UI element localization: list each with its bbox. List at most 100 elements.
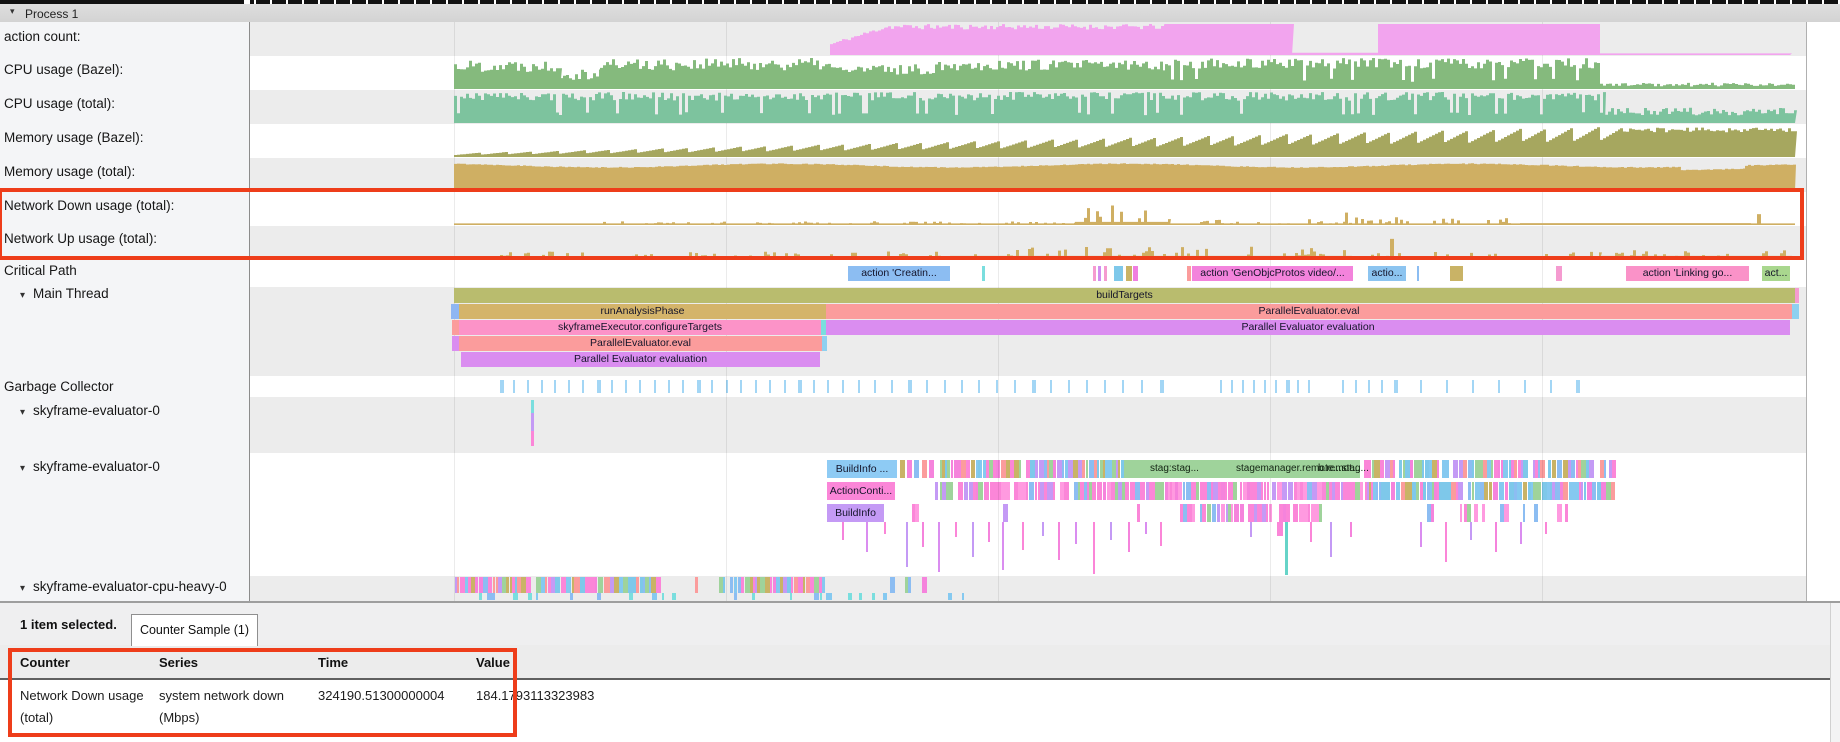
table-header-row: Counter Series Time Value bbox=[0, 645, 1830, 680]
track-label: Critical Path bbox=[4, 263, 77, 278]
counter-chart-cpu-total[interactable] bbox=[454, 92, 1797, 123]
collapse-icon[interactable]: ▾ bbox=[20, 463, 25, 474]
cell-counter: Network Down usage (total) bbox=[20, 685, 150, 729]
counter-chart-mem-total[interactable] bbox=[454, 163, 1796, 191]
process-label: Process 1 bbox=[25, 7, 78, 21]
collapse-icon[interactable]: ▾ bbox=[20, 290, 25, 301]
trace-viewer: ▾ Process 1 action 'Creatin... action 'Ge… bbox=[0, 0, 1840, 742]
col-header-series[interactable]: Series bbox=[159, 655, 198, 670]
slice-runanalysisphase[interactable]: runAnalysisPhase bbox=[459, 304, 826, 319]
slice-tick[interactable] bbox=[1187, 266, 1191, 281]
slice-tick[interactable] bbox=[1104, 266, 1107, 281]
sidebar-item-action-count: action count: bbox=[4, 29, 81, 44]
slice-parallel-evaluator-evaluation[interactable]: Parallel Evaluator evaluation bbox=[826, 320, 1790, 335]
col-header-value[interactable]: Value bbox=[476, 655, 510, 670]
tab-counter-sample[interactable]: Counter Sample (1) bbox=[131, 614, 258, 646]
counter-chart-mem-bazel[interactable] bbox=[454, 127, 1797, 157]
slice-act[interactable]: act... bbox=[1762, 266, 1790, 281]
slice-skyframeexecutor-configuretargets[interactable]: skyframeExecutor.configureTargets bbox=[459, 320, 821, 335]
slice-tick[interactable] bbox=[929, 460, 934, 478]
slice-tick[interactable] bbox=[1126, 266, 1132, 281]
slice-buildinfo[interactable]: BuildInfo bbox=[827, 504, 884, 522]
slice-tick[interactable] bbox=[1098, 266, 1101, 281]
slice-tick[interactable] bbox=[907, 460, 912, 478]
track-label: action count: bbox=[4, 29, 81, 44]
slice-parallelevaluator-eval[interactable]: ParallelEvaluator.eval bbox=[459, 336, 822, 351]
slice-tick[interactable] bbox=[1795, 288, 1799, 303]
slice-tick[interactable] bbox=[452, 336, 459, 351]
slice-tick[interactable] bbox=[914, 460, 919, 478]
track-name-sidebar: action count: CPU usage (Bazel): CPU usage… bbox=[0, 22, 250, 601]
panel-scroll-strip[interactable] bbox=[1830, 603, 1840, 742]
slice-tick[interactable] bbox=[1556, 266, 1562, 281]
details-panel: 1 item selected. Counter Sample (1) Coun… bbox=[0, 601, 1840, 742]
sidebar-item-memory-usage-total: Memory usage (total): bbox=[4, 164, 135, 179]
evaluator-green-label: stag:stag... bbox=[1150, 463, 1199, 474]
track-label: Main Thread bbox=[33, 286, 109, 301]
track-label: Network Down usage (total): bbox=[4, 198, 174, 213]
col-header-counter[interactable]: Counter bbox=[20, 655, 70, 670]
slice-tick[interactable] bbox=[822, 336, 827, 351]
counter-spike[interactable] bbox=[1395, 217, 1398, 225]
table-row[interactable]: Network Down usage (total) system networ… bbox=[0, 680, 1830, 742]
sidebar-item-cpu-usage-total: CPU usage (total): bbox=[4, 96, 115, 111]
counter-chart-action-count[interactable] bbox=[830, 24, 1792, 55]
sidebar-item-network-up-usage-total: Network Up usage (total): bbox=[4, 231, 157, 246]
sidebar-item-network-down-usage-total: Network Down usage (total): bbox=[4, 198, 174, 213]
track-label: CPU usage (Bazel): bbox=[4, 62, 123, 77]
counter-spike[interactable] bbox=[1505, 218, 1508, 225]
slice-parallelevaluator-eval[interactable]: ParallelEvaluator.eval bbox=[826, 304, 1792, 319]
collapse-icon[interactable]: ▾ bbox=[10, 6, 15, 17]
sidebar-item-skyframe-evaluator-cpu-heavy-0[interactable]: ▾ skyframe-evaluator-cpu-heavy-0 bbox=[20, 579, 227, 594]
tab-label: Counter Sample (1) bbox=[140, 623, 249, 637]
track-label: CPU usage (total): bbox=[4, 96, 115, 111]
slice-buildinfo[interactable]: BuildInfo ... bbox=[827, 460, 897, 478]
right-gutter bbox=[1806, 22, 1840, 601]
col-header-time[interactable]: Time bbox=[318, 655, 348, 670]
sidebar-item-main-thread[interactable]: ▾ Main Thread bbox=[20, 286, 109, 301]
track-label: skyframe-evaluator-0 bbox=[33, 459, 160, 474]
track-label: skyframe-evaluator-0 bbox=[33, 403, 160, 418]
counter-spike[interactable] bbox=[1390, 239, 1394, 259]
slice-actio[interactable]: actio... bbox=[1368, 266, 1406, 281]
slice-tick[interactable] bbox=[1093, 266, 1096, 281]
slice-tick[interactable] bbox=[451, 304, 459, 319]
slice-tick[interactable] bbox=[1450, 266, 1463, 281]
sidebar-item-critical-path: Critical Path bbox=[4, 263, 77, 278]
slice-buildtargets[interactable]: buildTargets bbox=[454, 288, 1795, 303]
sidebar-item-skyframe-evaluator-0[interactable]: ▾ skyframe-evaluator-0 bbox=[20, 459, 160, 474]
cell-value: 184.1793113323983 bbox=[476, 685, 594, 707]
slice-tick[interactable] bbox=[1417, 266, 1419, 281]
slice-action-linking-go[interactable]: action 'Linking go... bbox=[1626, 266, 1749, 281]
sidebar-item-garbage-collector: Garbage Collector bbox=[4, 379, 114, 394]
sidebar-item-memory-usage-bazel: Memory usage (Bazel): bbox=[4, 130, 144, 145]
track-label: Garbage Collector bbox=[4, 379, 114, 394]
sidebar-item-cpu-usage-bazel: CPU usage (Bazel): bbox=[4, 62, 123, 77]
slice-parallel-evaluator-evaluation[interactable]: Parallel Evaluator evaluation bbox=[461, 352, 820, 367]
slice-tick[interactable] bbox=[982, 266, 985, 281]
slice-actionconti[interactable]: ActionConti... bbox=[827, 482, 895, 500]
cell-series: system network down (Mbps) bbox=[159, 685, 309, 729]
slice-tick[interactable] bbox=[1114, 266, 1123, 281]
slice-tick[interactable] bbox=[1133, 266, 1138, 281]
slice-action-genobjcprotos-video[interactable]: action 'GenObjcProtos video/... bbox=[1192, 266, 1353, 281]
collapse-icon[interactable]: ▾ bbox=[20, 583, 25, 594]
counter-spike[interactable] bbox=[1345, 213, 1348, 225]
evaluator-green-label: b.remot... bbox=[1318, 463, 1360, 474]
counter-spike[interactable] bbox=[1757, 214, 1761, 225]
collapse-icon[interactable]: ▾ bbox=[20, 407, 25, 418]
process-header[interactable]: ▾ Process 1 bbox=[0, 4, 1840, 23]
slice-tick[interactable] bbox=[900, 460, 905, 478]
slice-action-creatin[interactable]: action 'Creatin... bbox=[848, 266, 950, 281]
counter-chart-cpu-bazel[interactable] bbox=[454, 58, 1795, 89]
counter-chart-net-up[interactable] bbox=[454, 247, 1792, 259]
selection-status: 1 item selected. bbox=[20, 617, 117, 632]
slice-tick[interactable] bbox=[1792, 304, 1799, 319]
sidebar-item-skyframe-evaluator-0[interactable]: ▾ skyframe-evaluator-0 bbox=[20, 403, 160, 418]
cell-time: 324190.51300000004 bbox=[318, 685, 445, 707]
slice-tick[interactable] bbox=[922, 460, 927, 478]
track-label: skyframe-evaluator-cpu-heavy-0 bbox=[33, 579, 227, 594]
slice-tick[interactable] bbox=[452, 320, 459, 335]
counter-chart-net-down[interactable] bbox=[454, 206, 1795, 226]
track-label: Memory usage (Bazel): bbox=[4, 130, 144, 145]
